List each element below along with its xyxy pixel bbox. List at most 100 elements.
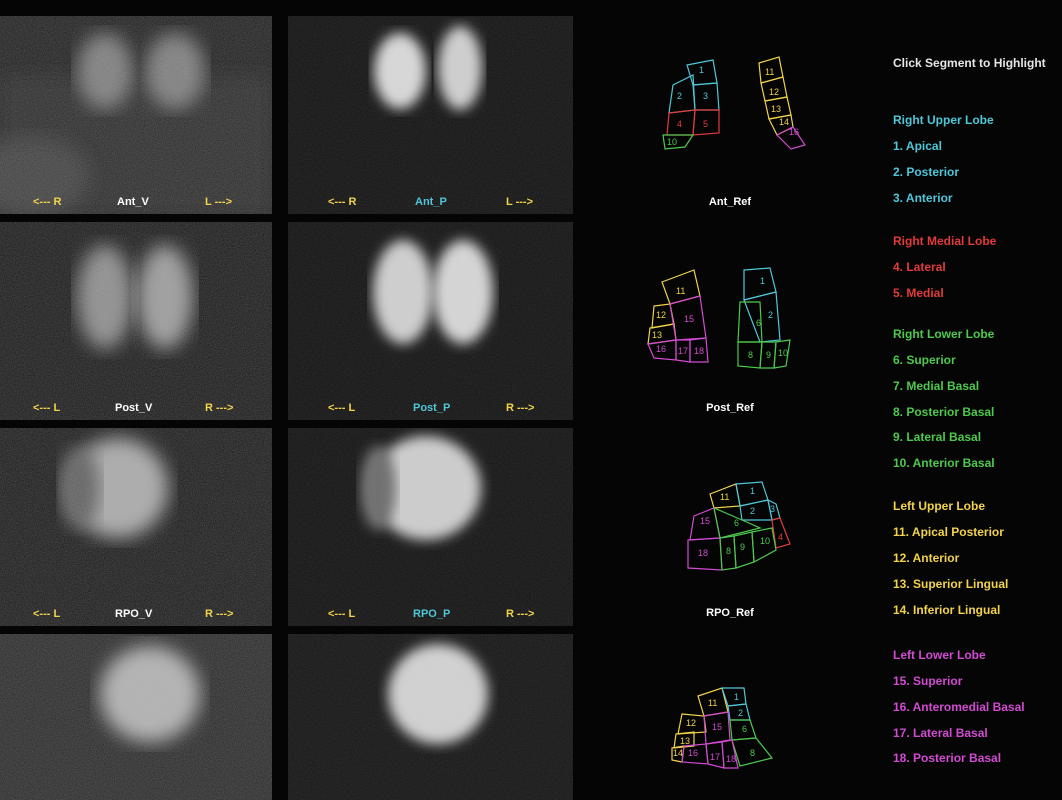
segment-number-label: 10 [667,137,677,147]
segment-number-label: 9 [740,542,745,552]
post-v-image-panel: <--- L Post_V R ---> [0,222,272,420]
ant-ref-diagram: 1 2 3 4 5 10 11 12 13 14 16 [662,56,806,150]
segment-number-label: 17 [678,346,688,356]
legend-item-medial-basal[interactable]: 7. Medial Basal [893,379,979,393]
post-v-view-label: Post_V [115,402,153,414]
segment-2[interactable] [739,499,773,521]
rpo-v-image-panel: <--- L RPO_V R ---> [0,428,272,626]
segment-number-label: 4 [677,119,682,129]
row4-v-image-panel [0,634,272,800]
segment-number-label: 8 [750,748,755,758]
segment-number-label: 1 [699,65,704,75]
post-p-image-panel: <--- L Post_P R ---> [288,222,573,420]
segment-number-label: 18 [698,548,708,558]
segment-number-label: 12 [769,87,779,97]
rpo-ref-diagram: 11 1 3 2 15 6 4 18 8 9 10 [687,481,791,571]
segment-number-label: 13 [771,104,781,114]
segment-number-label: 14 [779,117,789,127]
legend-item-lateral[interactable]: 4. Lateral [893,260,946,274]
row4-ref-diagram: 11 1 2 6 8 12 15 13 14 16 17 18 [671,687,774,769]
segment-number-label: 15 [700,516,710,526]
row4-p-image-panel [288,634,573,800]
segment-number-label: 11 [708,698,717,708]
segment-number-label: 6 [742,724,747,734]
ant-p-right-direction: L ---> [506,196,533,208]
ant-v-image-panel: <--- R Ant_V L ---> [0,16,272,214]
segment-number-label: 1 [760,276,765,286]
legend-title-right-medial-lobe[interactable]: Right Medial Lobe [893,234,996,248]
segment-number-label: 18 [694,346,704,356]
segment-number-label: 9 [766,350,771,360]
legend-title-right-upper-lobe[interactable]: Right Upper Lobe [893,113,994,127]
ant-v-right-direction: L ---> [205,196,232,208]
legend-item-posterior[interactable]: 2. Posterior [893,165,959,179]
legend-item-anterior[interactable]: 3. Anterior [893,191,953,205]
post-v-right-direction: R ---> [205,402,234,414]
post-ref-label: Post_Ref [706,402,754,414]
post-v-scan [0,222,272,420]
legend-item-superior[interactable]: 6. Superior [893,353,956,367]
segment-number-label: 2 [677,91,682,101]
rpo-p-left-direction: <--- L [328,608,356,620]
rpo-ref-label: RPO_Ref [706,607,754,619]
segment-number-label: 11 [765,67,774,77]
legend-item-inferior-lingual[interactable]: 14. Inferior Lingual [893,603,1000,617]
segment-number-label: 15 [712,722,722,732]
post-p-view-label: Post_P [413,402,451,414]
ant-p-view-label: Ant_P [415,196,447,208]
segment-number-label: 11 [720,492,729,502]
segment-number-label: 2 [738,708,743,718]
legend-item-apical-posterior[interactable]: 11. Apical Posterior [893,525,1004,539]
segment-number-label: 4 [778,532,783,542]
segment-number-label: 8 [726,546,731,556]
row4-v-scan [0,634,272,800]
legend-item-lateral-basal[interactable]: 9. Lateral Basal [893,430,981,444]
ant-p-left-direction: <--- R [328,196,357,208]
legend-title-left-upper-lobe[interactable]: Left Upper Lobe [893,499,985,513]
legend-item-left-lateral-basal[interactable]: 17. Lateral Basal [893,726,988,740]
segment-number-label: 2 [768,310,773,320]
legend-item-medial[interactable]: 5. Medial [893,286,944,300]
rpo-v-right-direction: R ---> [205,608,234,620]
segment-number-label: 3 [770,504,775,514]
ant-ref-label: Ant_Ref [708,196,752,208]
segment-number-label: 15 [684,314,694,324]
segment-number-label: 3 [703,91,708,101]
post-ref-diagram: 11 12 13 15 16 17 18 1 2 6 8 9 10 [647,267,791,369]
legend-item-apical[interactable]: 1. Apical [893,139,942,153]
ant-p-scan [288,16,573,214]
rpo-p-right-direction: R ---> [506,608,535,620]
post-p-left-direction: <--- L [328,402,356,414]
legend-item-left-superior[interactable]: 15. Superior [893,674,962,688]
ant-p-image-panel: <--- R Ant_P L ---> [288,16,573,214]
row4-p-scan [288,634,573,800]
ant-v-scan [0,16,272,214]
segment-number-label: 1 [750,486,755,496]
segment-number-label: 12 [686,718,696,728]
segment-number-label: 14 [673,748,683,758]
segment-number-label: 18 [726,754,736,764]
post-v-left-direction: <--- L [33,402,61,414]
ant-v-view-label: Ant_V [117,196,149,208]
legend-item-superior-lingual[interactable]: 13. Superior Lingual [893,577,1008,591]
legend-item-posterior-basal[interactable]: 8. Posterior Basal [893,405,994,419]
segment-number-label: 13 [652,330,662,340]
segment-number-label: 11 [676,286,685,296]
post-p-right-direction: R ---> [506,402,535,414]
segment-number-label: 2 [750,506,755,516]
legend-item-left-posterior-basal[interactable]: 18. Posterior Basal [893,751,1001,765]
legend-item-anterior-basal[interactable]: 10. Anterior Basal [893,456,995,470]
legend-item-anteromedial-basal[interactable]: 16. Anteromedial Basal [893,700,1025,714]
segment-number-label: 10 [760,536,770,546]
segment-number-label: 6 [734,518,739,528]
rpo-v-left-direction: <--- L [33,608,61,620]
rpo-p-view-label: RPO_P [413,608,451,620]
segment-number-label: 16 [789,127,799,137]
segment-number-label: 17 [710,752,720,762]
segment-number-label: 10 [778,348,788,358]
rpo-v-view-label: RPO_V [115,608,153,620]
legend-title-right-lower-lobe[interactable]: Right Lower Lobe [893,327,994,341]
legend-title-left-lower-lobe[interactable]: Left Lower Lobe [893,648,986,662]
segment-number-label: 16 [656,344,666,354]
legend-item-left-anterior[interactable]: 12. Anterior [893,551,959,565]
